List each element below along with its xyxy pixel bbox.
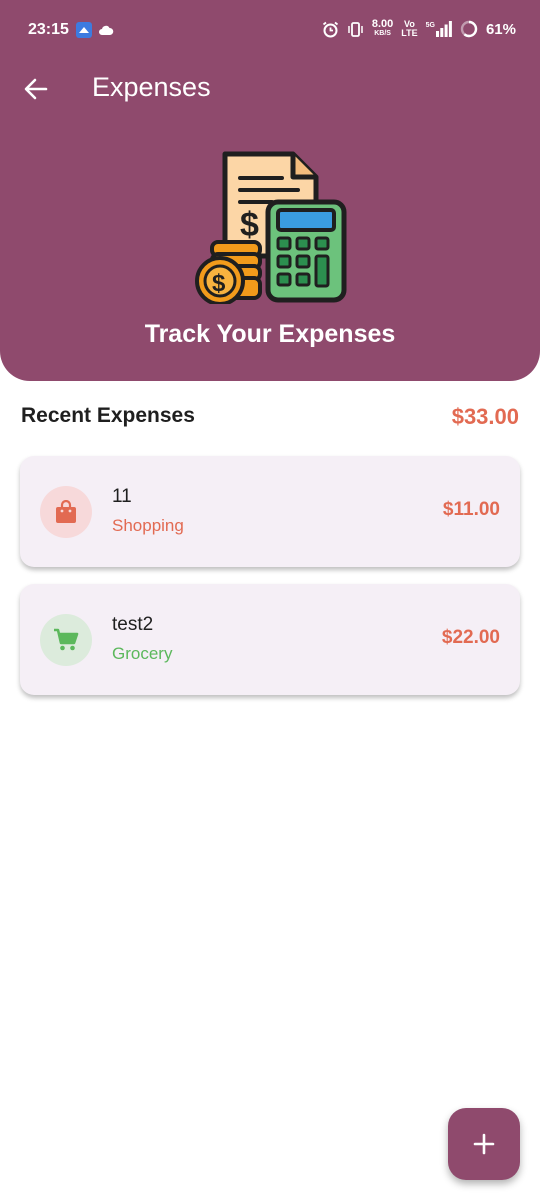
hero-heading: Track Your Expenses: [144, 320, 396, 348]
cart-icon: [54, 628, 79, 651]
expense-category: Grocery: [112, 644, 173, 663]
expense-icon-badge: [40, 614, 92, 666]
speed-unit: KB/S: [374, 30, 391, 37]
receipt-calculator-illustration: $ $: [195, 151, 347, 304]
battery-percent: 61%: [485, 20, 516, 38]
alarm-icon: [322, 21, 338, 37]
plus-icon: [473, 1133, 495, 1155]
arrow-back-icon: [24, 78, 48, 100]
expense-name: 11: [112, 486, 132, 507]
expense-amount: $11.00: [442, 499, 500, 520]
expense-name: test2: [112, 614, 154, 635]
volte-bottom: LTE: [401, 28, 418, 38]
total-amount: $33.00: [451, 404, 519, 429]
cloud-icon: [99, 25, 114, 35]
volte-indicator: Vo LTE: [401, 20, 417, 38]
back-button[interactable]: [20, 72, 52, 106]
app-notification-icon: [76, 22, 92, 38]
status-bar: 23:15 8.00 KB/S Vo LTE 5G 61%: [0, 0, 540, 62]
svg-text:$: $: [240, 206, 259, 244]
expense-amount: $22.00: [441, 627, 500, 648]
battery-ring-icon: [460, 20, 478, 38]
expense-icon-badge: [40, 486, 92, 538]
expense-card[interactable]: 11 Shopping $11.00: [20, 456, 520, 567]
status-right-icons: 8.00 KB/S Vo LTE 5G 61%: [322, 18, 516, 38]
header-banner: 23:15 8.00 KB/S Vo LTE 5G 61% Expenses $…: [0, 0, 540, 381]
expense-category: Shopping: [112, 516, 184, 535]
signal-group: 5G: [426, 21, 452, 37]
network-type: 5G: [425, 22, 435, 29]
svg-text:$: $: [212, 270, 226, 297]
status-left-icons: [76, 22, 114, 38]
status-time: 23:15: [28, 21, 69, 38]
network-speed: 8.00 KB/S: [371, 18, 394, 38]
shopping-bag-icon: [56, 500, 76, 523]
add-expense-button[interactable]: [448, 1108, 520, 1180]
speed-value: 8.00: [371, 18, 394, 30]
page-title: Expenses: [92, 72, 211, 102]
vibrate-icon: [348, 21, 363, 37]
expense-card[interactable]: test2 Grocery $22.00: [20, 584, 520, 695]
recent-expenses-title: Recent Expenses: [21, 404, 195, 427]
signal-icon: [435, 21, 452, 37]
